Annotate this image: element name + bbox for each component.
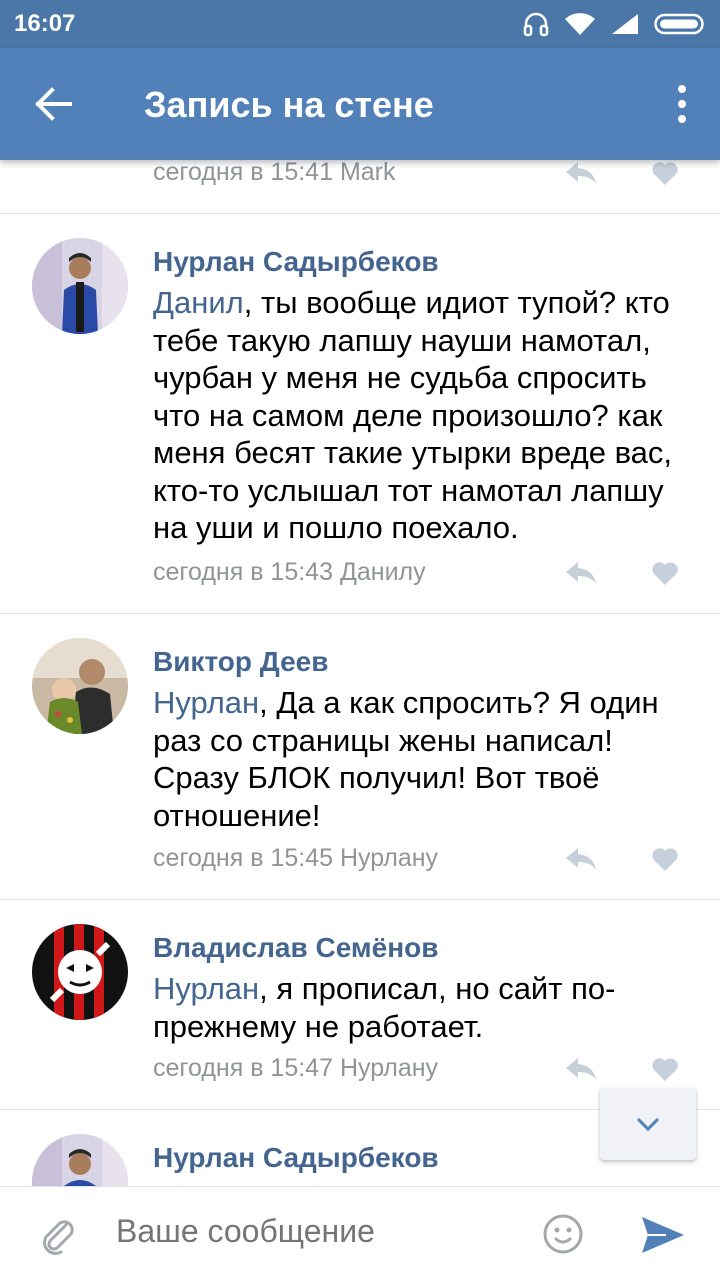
comment-item: Виктор Деев Нурлан, Да а как спросить? Я… bbox=[0, 614, 720, 900]
reply-icon[interactable] bbox=[564, 846, 598, 872]
comment-author[interactable]: Нурлан Садырбеков bbox=[153, 1142, 439, 1174]
mention-link[interactable]: Нурлан bbox=[153, 685, 259, 720]
comment-meta: сегодня в 15:41 Mark bbox=[153, 160, 396, 186]
reply-icon[interactable] bbox=[564, 160, 598, 186]
app-bar: Запись на стене bbox=[0, 48, 720, 160]
comments-feed: сегодня в 15:41 Mark Нурлан Садырбеков Д… bbox=[0, 160, 720, 1186]
like-icon[interactable] bbox=[651, 1056, 679, 1082]
more-options-icon[interactable] bbox=[674, 84, 690, 124]
comment-meta: сегодня в 15:45 Нурлану bbox=[153, 844, 439, 872]
message-input[interactable] bbox=[116, 1213, 516, 1250]
comment-text: Данил, ты вообще идиот тупой? кто тебе т… bbox=[153, 284, 698, 547]
avatar[interactable] bbox=[32, 238, 128, 334]
avatar[interactable] bbox=[32, 1134, 128, 1186]
emoji-icon[interactable] bbox=[542, 1213, 584, 1255]
comment-item: сегодня в 15:41 Mark bbox=[0, 160, 720, 214]
comment-body: , ты вообще идиот тупой? кто тебе такую … bbox=[153, 285, 673, 545]
page-title: Запись на стене bbox=[144, 84, 434, 125]
signal-icon bbox=[612, 14, 638, 34]
status-time: 16:07 bbox=[14, 10, 76, 37]
comment-author[interactable]: Виктор Деев bbox=[153, 646, 328, 678]
avatar[interactable] bbox=[32, 638, 128, 734]
avatar[interactable] bbox=[32, 924, 128, 1020]
comment-meta: сегодня в 15:47 Нурлану bbox=[153, 1054, 439, 1082]
comment-author[interactable]: Нурлан Садырбеков bbox=[153, 246, 439, 278]
chevron-down-icon bbox=[636, 1117, 660, 1132]
comment-text: Нурлан, я прописал, но сайт по-прежнему … bbox=[153, 970, 698, 1045]
like-icon[interactable] bbox=[651, 560, 679, 586]
wifi-icon bbox=[565, 13, 595, 36]
status-bar: 16:07 bbox=[0, 0, 720, 48]
headphones-icon bbox=[523, 12, 549, 37]
message-composer bbox=[0, 1186, 720, 1280]
send-icon[interactable] bbox=[640, 1215, 686, 1255]
like-icon[interactable] bbox=[651, 160, 679, 186]
like-icon[interactable] bbox=[651, 846, 679, 872]
scroll-down-button[interactable] bbox=[600, 1088, 696, 1160]
comment-author[interactable]: Владислав Семёнов bbox=[153, 932, 438, 964]
paperclip-icon[interactable] bbox=[36, 1213, 78, 1255]
status-icons bbox=[522, 8, 708, 40]
back-arrow-icon[interactable] bbox=[30, 82, 74, 126]
reply-icon[interactable] bbox=[564, 1056, 598, 1082]
reply-icon[interactable] bbox=[564, 560, 598, 586]
mention-link[interactable]: Данил bbox=[153, 285, 244, 320]
mention-link[interactable]: Нурлан bbox=[153, 971, 259, 1006]
comment-item: Владислав Семёнов Нурлан, я прописал, но… bbox=[0, 900, 720, 1110]
comment-text: Нурлан, Да а как спросить? Я один раз со… bbox=[153, 684, 698, 834]
comment-item: Нурлан Садырбеков Данил, ты вообще идиот… bbox=[0, 214, 720, 614]
battery-icon bbox=[654, 13, 704, 35]
comment-meta: сегодня в 15:43 Данилу bbox=[153, 558, 426, 586]
